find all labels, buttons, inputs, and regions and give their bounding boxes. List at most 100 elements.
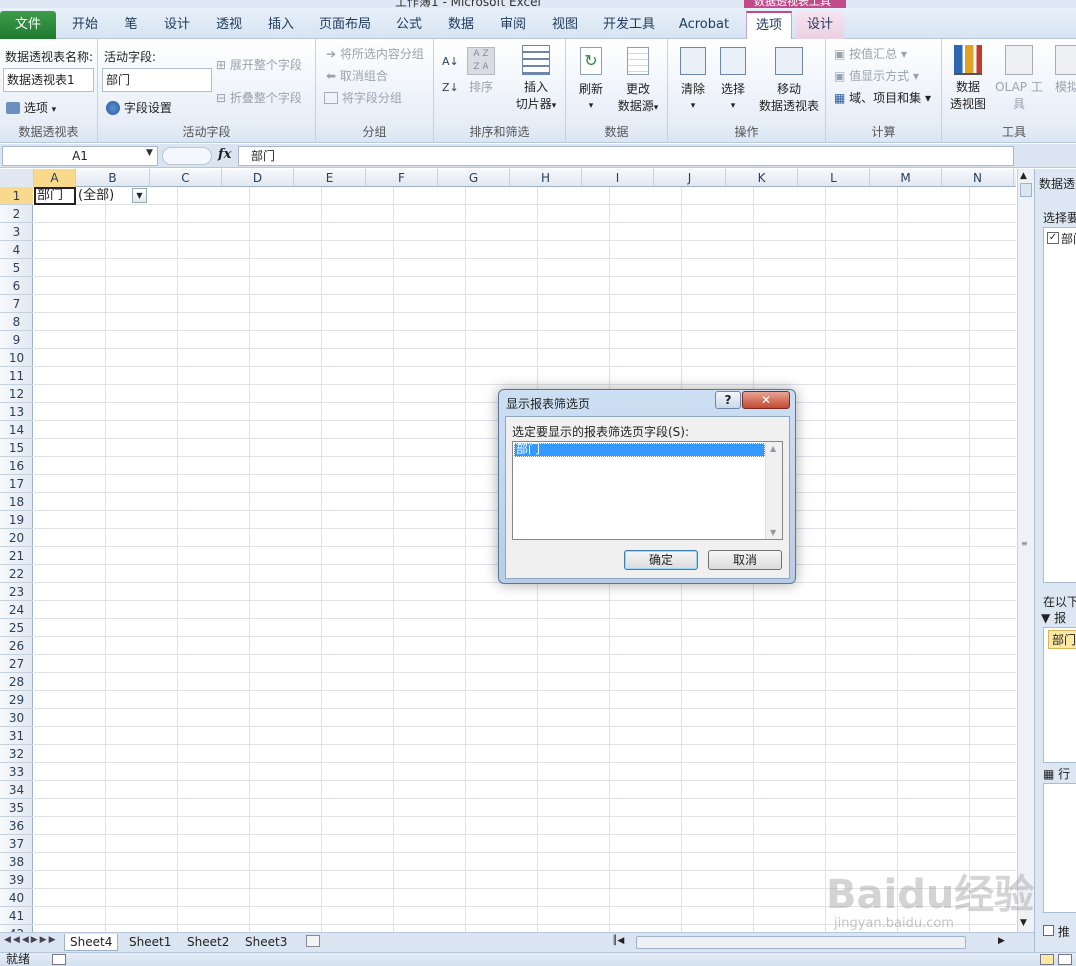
scroll-thumb[interactable] [1020, 183, 1032, 197]
tab-file[interactable]: 文件 [0, 11, 56, 39]
cell-a1[interactable]: 部门 [34, 187, 76, 205]
row-header[interactable]: 10 [0, 349, 33, 367]
tab-page-layout[interactable]: 页面布局 [312, 12, 378, 39]
tab-insert[interactable]: 插入 [260, 12, 302, 39]
group-field-button[interactable]: 将字段分组 [324, 89, 402, 106]
whatif-button[interactable]: 模拟 [1052, 45, 1076, 96]
row-header[interactable]: 22 [0, 565, 33, 583]
fields-items-button[interactable]: ▦ 域、项目和集 ▾ [834, 89, 931, 106]
row-header[interactable]: 13 [0, 403, 33, 421]
name-box[interactable]: A1 [2, 146, 158, 166]
row-header[interactable]: 30 [0, 709, 33, 727]
name-box-dropdown-icon[interactable]: ▼ [146, 148, 153, 158]
report-filter-area[interactable]: 部门 [1043, 627, 1076, 763]
sort-az-icon[interactable]: A↓ Z↓ [442, 55, 459, 94]
row-header[interactable]: 37 [0, 835, 33, 853]
change-source-button[interactable]: 更改 数据源▾ [612, 47, 664, 117]
tab-pen[interactable]: 笔 [116, 12, 146, 39]
sheet-tab-sheet4[interactable]: Sheet4 [64, 934, 119, 951]
defer-checkbox-icon[interactable] [1043, 925, 1054, 936]
row-header[interactable]: 36 [0, 817, 33, 835]
row-header[interactable]: 41 [0, 907, 33, 925]
sheet-tab-sheet3[interactable]: Sheet3 [240, 934, 292, 951]
page-layout-view-icon[interactable] [1058, 954, 1072, 965]
select-all-corner[interactable] [0, 169, 34, 187]
sheet-tab-sheet2[interactable]: Sheet2 [182, 934, 234, 951]
hscroll-right-icon[interactable]: ▶ [998, 936, 1005, 946]
clear-button[interactable]: 清除 ▾ [676, 47, 710, 115]
sort-button[interactable]: A ZZ A 排序 [466, 47, 496, 96]
row-header[interactable]: 2 [0, 205, 33, 223]
row-header[interactable]: 35 [0, 799, 33, 817]
row-header[interactable]: 28 [0, 673, 33, 691]
select-button[interactable]: 选择 ▾ [716, 47, 750, 115]
hscroll-left-icon[interactable]: ║◀ [612, 936, 632, 946]
show-values-button[interactable]: ▣ 值显示方式 ▾ [834, 67, 919, 84]
ok-button[interactable]: 确定 [624, 550, 698, 570]
normal-view-icon[interactable] [1040, 954, 1054, 965]
row-header[interactable]: 14 [0, 421, 33, 439]
row-header[interactable]: 42 [0, 925, 33, 932]
tab-pivot[interactable]: 透视 [208, 12, 250, 39]
defer-update-control[interactable]: 推 [1043, 923, 1070, 940]
column-header-n[interactable]: N [942, 169, 1014, 187]
row-header[interactable]: 4 [0, 241, 33, 259]
group-selection-button[interactable]: ➔ 将所选内容分组 [326, 45, 424, 62]
row-header[interactable]: 5 [0, 259, 33, 277]
report-filter-item[interactable]: 部门 [1048, 630, 1076, 649]
refresh-button[interactable]: ↻ 刷新 ▾ [574, 47, 608, 115]
column-header-i[interactable]: I [582, 169, 654, 187]
row-header[interactable]: 3 [0, 223, 33, 241]
row-header[interactable]: 40 [0, 889, 33, 907]
column-header-m[interactable]: M [870, 169, 942, 187]
tab-view[interactable]: 视图 [544, 12, 586, 39]
pivot-name-input[interactable]: 数据透视表1 [3, 68, 94, 92]
insert-sheet-icon[interactable] [306, 935, 320, 947]
row-header[interactable]: 38 [0, 853, 33, 871]
row-header[interactable]: 9 [0, 331, 33, 349]
row-header[interactable]: 21 [0, 547, 33, 565]
row-header[interactable]: 1 [0, 187, 33, 205]
tab-developer[interactable]: 开发工具 [596, 12, 662, 39]
column-header-a[interactable]: A [34, 169, 76, 187]
column-header-k[interactable]: K [726, 169, 798, 187]
summarize-by-button[interactable]: ▣ 按值汇总 ▾ [834, 45, 907, 62]
row-header[interactable]: 31 [0, 727, 33, 745]
row-header[interactable]: 23 [0, 583, 33, 601]
pivotchart-button[interactable]: 数据 透视图 [948, 45, 988, 113]
row-header[interactable]: 29 [0, 691, 33, 709]
field-settings-button[interactable]: 字段设置 [106, 99, 172, 116]
row-header[interactable]: 18 [0, 493, 33, 511]
olap-tools-button[interactable]: OLAP 工具 [990, 45, 1048, 113]
ungroup-button[interactable]: ⬅ 取消组合 [326, 67, 388, 84]
row-header[interactable]: 33 [0, 763, 33, 781]
column-header-j[interactable]: J [654, 169, 726, 187]
row-header[interactable]: 17 [0, 475, 33, 493]
horizontal-scrollbar[interactable] [636, 936, 966, 949]
field-listbox-item-selected[interactable]: 部门 [514, 443, 765, 457]
row-header[interactable]: 25 [0, 619, 33, 637]
row-header[interactable]: 16 [0, 457, 33, 475]
formula-splitter[interactable] [162, 147, 212, 165]
field-checkbox-icon[interactable]: ✓ [1047, 232, 1059, 244]
tab-options[interactable]: 选项 [746, 11, 792, 39]
row-header[interactable]: 19 [0, 511, 33, 529]
column-header-g[interactable]: G [438, 169, 510, 187]
tab-design-1[interactable]: 设计 [156, 12, 198, 39]
sheet-tab-sheet1[interactable]: Sheet1 [124, 934, 176, 951]
dialog-close-button[interactable]: ✕ [742, 391, 790, 409]
column-header-c[interactable]: C [150, 169, 222, 187]
move-pivot-button[interactable]: 移动 数据透视表 [756, 47, 822, 115]
active-field-input[interactable]: 部门 [102, 68, 212, 92]
row-labels-area[interactable] [1043, 783, 1076, 913]
scroll-up-icon[interactable]: ▲ [1020, 171, 1027, 181]
row-header[interactable]: 8 [0, 313, 33, 331]
macro-record-icon[interactable] [52, 954, 66, 965]
column-header-h[interactable]: H [510, 169, 582, 187]
column-header-b[interactable]: B [76, 169, 150, 187]
formula-input[interactable]: 部门 [238, 146, 1014, 166]
tab-acrobat[interactable]: Acrobat [672, 12, 736, 39]
pivot-options-button[interactable]: 选项 ▾ [6, 99, 56, 116]
row-header[interactable]: 39 [0, 871, 33, 889]
collapse-field-button[interactable]: ⊟ 折叠整个字段 [216, 89, 302, 106]
